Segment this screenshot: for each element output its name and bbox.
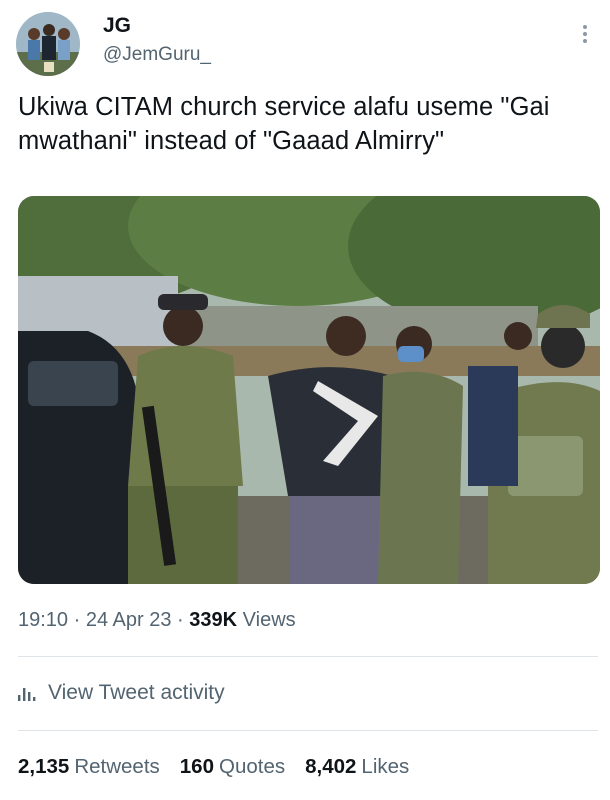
avatar[interactable]	[16, 12, 80, 76]
engagement-stats: 2,135 Retweets 160 Quotes 8,402 Likes	[18, 755, 409, 779]
quotes-stat[interactable]: 160 Quotes	[180, 755, 285, 779]
tweet-photo[interactable]	[18, 196, 600, 584]
divider	[18, 730, 598, 731]
quotes-count: 160	[179, 755, 214, 778]
meta-separator: ·	[177, 609, 184, 631]
tweet-date[interactable]: 24 Apr 23	[86, 609, 172, 631]
divider	[18, 656, 598, 657]
activity-label: View Tweet activity	[48, 681, 225, 704]
retweets-count: 2,135	[18, 755, 70, 778]
bar-chart-icon	[18, 688, 36, 701]
tweet-meta: 19:10 · 24 Apr 23 · 339K Views	[18, 609, 296, 632]
likes-stat[interactable]: 8,402 Likes	[305, 755, 409, 779]
likes-label: Likes	[361, 755, 410, 778]
author-display-name[interactable]: JG	[103, 14, 131, 38]
retweets-stat[interactable]: 2,135 Retweets	[18, 755, 160, 779]
tweet-text: Ukiwa CITAM church service alafu useme "…	[18, 93, 550, 155]
view-tweet-activity-link[interactable]: View Tweet activity	[18, 681, 225, 705]
tweet-time[interactable]: 19:10	[18, 609, 68, 631]
views-label: Views	[242, 609, 296, 631]
profile-photo	[16, 12, 80, 76]
likes-count: 8,402	[305, 755, 357, 778]
retweets-label: Retweets	[74, 755, 160, 778]
meta-separator: ·	[73, 609, 81, 631]
author-handle[interactable]: @JemGuru_	[103, 44, 211, 66]
quotes-label: Quotes	[219, 755, 286, 778]
three-dots-vertical-icon[interactable]	[573, 22, 597, 50]
views-count: 339K	[189, 609, 238, 631]
